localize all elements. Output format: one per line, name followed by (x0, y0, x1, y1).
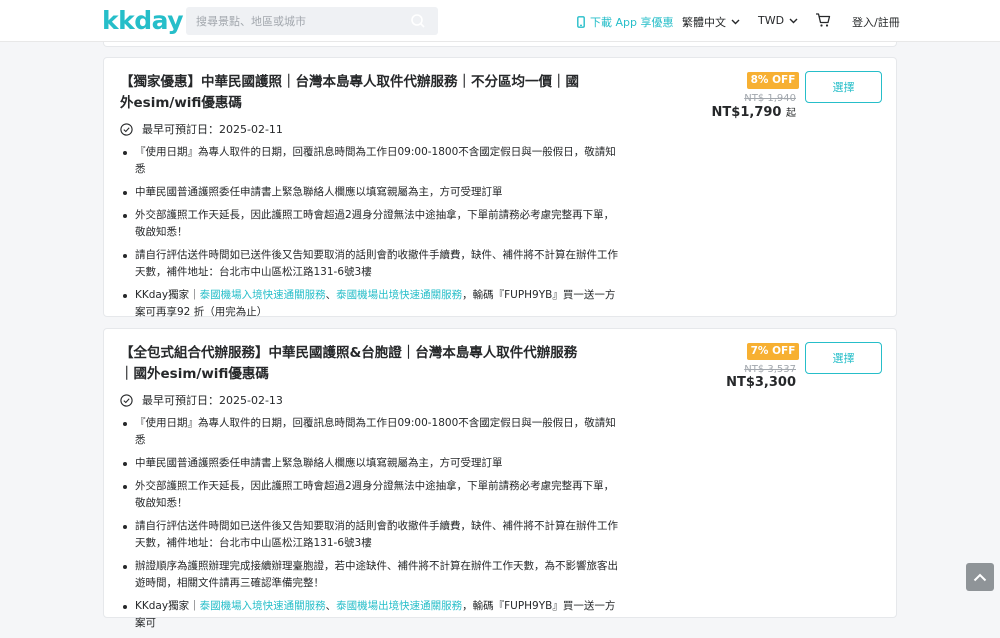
product-title: 【獨家優惠】中華民國護照｜台灣本島專人取件代辦服務｜不分區均一價｜國外esim/… (120, 74, 579, 111)
current-price: NT$3,300 (726, 375, 796, 390)
select-button[interactable]: 選擇 (805, 71, 882, 103)
language-label: 繁體中文 (682, 16, 726, 29)
earliest-date-row: 最早可預訂日：2025-02-13 (120, 392, 283, 408)
chevron-down-icon (731, 19, 740, 25)
search-input[interactable] (186, 7, 438, 35)
download-app-label: 下載 App 享優惠 (590, 16, 674, 29)
price-value: NT$3,300 (726, 375, 796, 390)
currency-selector[interactable]: TWD (758, 14, 798, 27)
note-item: 辦證順序為護照辦理完成接續辦理臺胞證，若中途缺件、補件將不計算在辦件工作天數，為… (120, 558, 620, 592)
price-value: NT$1,790 (711, 105, 782, 120)
shopping-cart-icon (816, 13, 831, 27)
note-item: 請自行評估送件時間如已送件後又告知要取消的話則會酌收撤件手續費，缺件、補件將不計… (120, 518, 620, 552)
original-price: NT$ 3,537 (744, 364, 796, 375)
search-icon[interactable] (410, 13, 426, 29)
note-item: 『使用日期』為專人取件的日期，回覆訊息時間為工作日09:00-1800不含國定假… (120, 144, 620, 178)
current-price: NT$1,790 起 (712, 104, 796, 120)
thailand-departure-fasttrack-link[interactable]: 泰國機場出境快速通關服務 (336, 289, 462, 301)
discount-badge: 7% OFF (747, 343, 799, 360)
download-app-link[interactable]: 下載 App 享優惠 (577, 14, 673, 30)
thailand-arrival-fasttrack-link[interactable]: 泰國機場入境快速通關服務 (200, 289, 326, 301)
note-item: 請自行評估送件時間如已送件後又告知要取消的話則會酌收撤件手續費，缺件、補件將不計… (120, 247, 620, 281)
promo-separator: 、 (325, 600, 337, 612)
login-link[interactable]: 登入/註冊 (852, 14, 900, 30)
earliest-date-row: 最早可預訂日：2025-02-11 (120, 121, 283, 137)
thailand-departure-fasttrack-link[interactable]: 泰國機場出境快速通關服務 (336, 600, 462, 612)
check-circle-icon (120, 122, 133, 136)
check-circle-icon (120, 393, 133, 407)
promo-prefix: KKday獨家｜ (135, 600, 200, 612)
earliest-date-label: 最早可預訂日：2025-02-11 (142, 123, 283, 136)
product-title: 【全包式組合代辦服務】中華民國護照&台胞證｜台灣本島專人取件代辦服務｜國外esi… (120, 345, 578, 382)
mobile-phone-icon (577, 16, 585, 28)
cart-button[interactable] (815, 12, 831, 28)
product-option-card: 【獨家優惠】中華民國護照｜台灣本島專人取件代辦服務｜不分區均一價｜國外esim/… (103, 57, 897, 318)
original-price: NT$ 1,940 (744, 93, 796, 104)
note-item: 外交部護照工作天延長，因此護照工時會超過2週身分證無法中途抽拿，下單前請務必考慮… (120, 478, 620, 512)
price-unit: 起 (786, 108, 796, 119)
currency-label: TWD (758, 14, 785, 27)
promo-note-item: KKday獨家｜泰國機場入境快速通關服務、泰國機場出境快速通關服務，輸碼『FUP… (120, 287, 620, 321)
promo-note-item: KKday獨家｜泰國機場入境快速通關服務、泰國機場出境快速通關服務，輸碼『FUP… (120, 598, 620, 632)
discount-badge: 8% OFF (747, 72, 799, 89)
product-notes-list: 『使用日期』為專人取件的日期，回覆訊息時間為工作日09:00-1800不含國定假… (120, 415, 620, 638)
promo-prefix: KKday獨家｜ (135, 289, 200, 301)
product-notes-list: 『使用日期』為專人取件的日期，回覆訊息時間為工作日09:00-1800不含國定假… (120, 144, 620, 327)
earliest-date-label: 最早可預訂日：2025-02-13 (142, 394, 283, 407)
kkday-logo[interactable]: kkday (102, 6, 184, 35)
note-item: 中華民國普通護照委任申請書上緊急聯絡人欄應以填寫親屬為主，方可受理訂單 (120, 184, 620, 201)
select-button[interactable]: 選擇 (805, 342, 882, 374)
note-item: 外交部護照工作天延長，因此護照工時會超過2週身分證無法中途抽拿，下單前請務必考慮… (120, 207, 620, 241)
promo-separator: 、 (325, 289, 337, 301)
top-header: kkday 下載 App 享優惠 繁體中文 TWD 登入/註冊 (0, 0, 1000, 42)
back-to-top-button[interactable] (966, 563, 994, 591)
product-option-card: 【全包式組合代辦服務】中華民國護照&台胞證｜台灣本島專人取件代辦服務｜國外esi… (103, 328, 897, 629)
thailand-arrival-fasttrack-link[interactable]: 泰國機場入境快速通關服務 (200, 600, 326, 612)
chevron-up-icon (973, 573, 987, 581)
note-item: 『使用日期』為專人取件的日期，回覆訊息時間為工作日09:00-1800不含國定假… (120, 415, 620, 449)
login-label: 登入/註冊 (852, 16, 900, 29)
language-selector[interactable]: 繁體中文 (682, 14, 740, 30)
chevron-down-icon (789, 18, 798, 23)
note-item: 中華民國普通護照委任申請書上緊急聯絡人欄應以填寫親屬為主，方可受理訂單 (120, 455, 620, 472)
